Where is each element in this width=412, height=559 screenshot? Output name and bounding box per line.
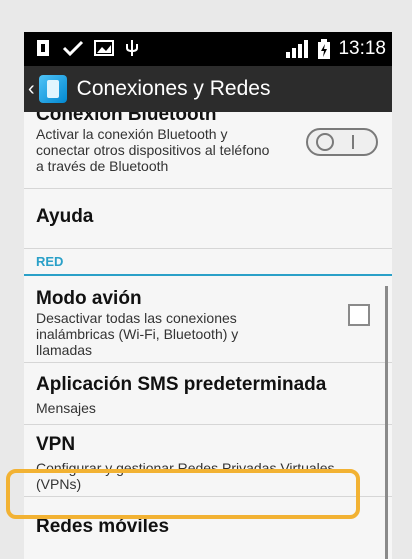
status-bar: 13:18 <box>24 32 392 66</box>
list-item-bluetooth[interactable]: Conexión Bluetooth Activar la conexión B… <box>24 112 392 189</box>
page-title: Conexiones y Redes <box>76 77 271 100</box>
image-icon <box>94 40 114 56</box>
item-title: Redes móviles <box>36 516 170 537</box>
toggle-off-icon <box>316 133 334 151</box>
highlight-box <box>6 469 360 519</box>
item-title: Modo avión <box>36 288 142 309</box>
item-title: VPN <box>36 434 76 455</box>
usb-icon <box>126 40 138 56</box>
item-title: Ayuda <box>36 206 94 227</box>
airplane-mode-checkbox[interactable] <box>348 304 370 326</box>
item-subtitle: Activar la conexión Bluetooth y conectar… <box>36 126 270 174</box>
section-header: RED <box>24 254 392 278</box>
check-icon <box>62 40 84 57</box>
scrollbar[interactable] <box>385 286 388 559</box>
usb-debug-icon <box>37 40 49 56</box>
item-subtitle: Desactivar todas las conexiones inalámbr… <box>36 310 239 358</box>
back-chevron-icon[interactable]: ‹ <box>28 78 35 101</box>
list-item-sms-default[interactable]: Aplicación SMS predeterminada Mensajes <box>24 364 392 425</box>
item-title: Aplicación SMS predeterminada <box>36 374 327 395</box>
toggle-on-icon <box>352 135 354 149</box>
section-label: RED <box>36 254 64 269</box>
status-time: 13:18 <box>338 38 386 59</box>
item-subtitle: Mensajes <box>36 400 96 416</box>
action-bar: ‹ Conexiones y Redes <box>24 66 392 112</box>
list-item-ayuda[interactable]: Ayuda <box>24 188 392 249</box>
bluetooth-toggle[interactable] <box>306 128 378 156</box>
list-item-airplane-mode[interactable]: Modo avión Desactivar todas las conexion… <box>24 282 392 363</box>
signal-icon <box>286 40 309 58</box>
section-divider <box>24 274 392 276</box>
connections-app-icon[interactable] <box>38 75 67 103</box>
item-title: Conexión Bluetooth <box>36 112 217 125</box>
battery-icon <box>318 39 331 59</box>
